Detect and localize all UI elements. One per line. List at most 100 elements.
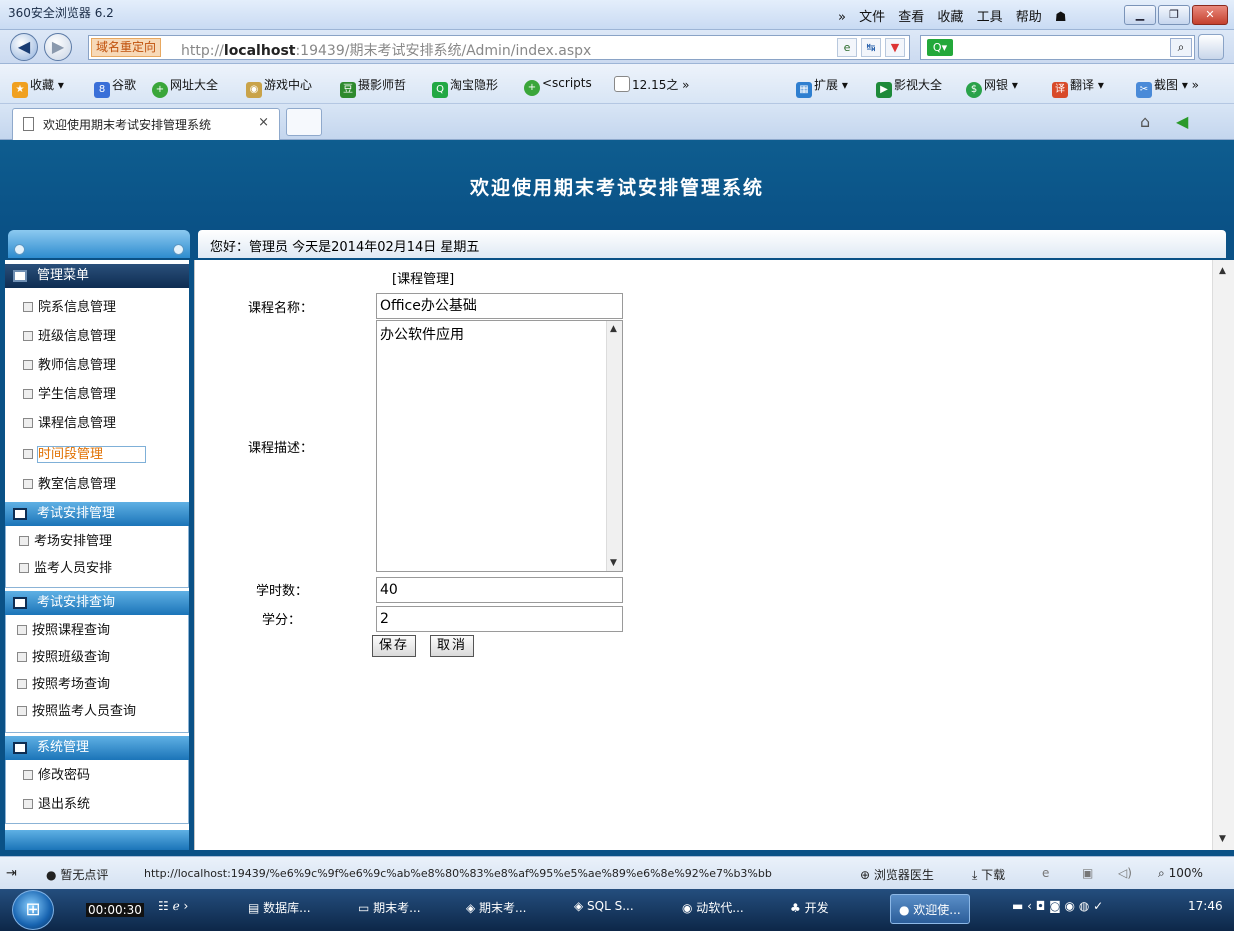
scroll-down-icon[interactable]: ▼ [1219,834,1226,844]
menu-overflow-icon[interactable]: » [838,10,846,25]
gamepad-icon: ◉ [246,82,262,98]
fav-item-google[interactable]: 8 谷歌 [94,76,136,98]
save-button[interactable]: 保存 [372,635,417,657]
fav-item-page[interactable]: 12.15之 » [614,76,690,93]
taskbar-item-browser[interactable]: ● 欢迎使... [890,894,970,924]
sidebar-item-teacher[interactable]: 教师信息管理 [5,351,189,380]
url-path: :19439/期末考试安排系统/Admin/index.aspx [295,43,592,59]
sidebar-item-query-by-invigilator[interactable]: 按照监考人员查询 [5,697,189,726]
fav-item-screenshot[interactable]: ✂ 截图 ▾ » [1136,76,1199,98]
user-avatar-icon[interactable] [1198,34,1224,60]
windows-logo-icon: ⊞ [25,899,41,920]
menu-favorites[interactable]: 收藏 [937,10,963,25]
cancel-button[interactable]: 取消 [430,635,475,657]
ie-mode-icon[interactable]: e [1042,866,1049,880]
sidebar-item-change-password[interactable]: 修改密码 [5,761,189,790]
fav-item-videos[interactable]: ▶ 影视大全 [876,76,942,98]
page-scrollbar[interactable]: ▲ ▼ [1212,260,1234,850]
bank-icon: $ [966,82,982,98]
window-icon[interactable]: ▣ [1082,866,1093,880]
dropdown-chevron-icon[interactable]: ▼ [885,38,905,57]
fav-item-translate[interactable]: 译翻译 ▾ [1052,76,1104,98]
fav-item-douban[interactable]: 豆摄影师哲 [340,76,406,98]
taskbar-item-app[interactable]: ◈ 期末考... [466,899,527,916]
course-description-textarea[interactable]: 办公软件应用 ▲ ▼ [376,320,623,572]
sidebar-item-query-by-class[interactable]: 按照班级查询 [5,643,189,672]
quicklaunch-icons[interactable]: ☷ ℯ › [158,899,188,913]
browser-doctor-button[interactable]: ⊕ 浏览器医生 [860,866,934,883]
comments-status[interactable]: ● 暂无点评 [46,866,108,883]
sidebar-item-classroom[interactable]: 教室信息管理 [5,470,189,499]
undo-close-tab-icon[interactable]: ◀ [1176,112,1188,131]
share-icon[interactable]: ↹ [861,38,881,57]
menu-tools[interactable]: 工具 [977,10,1003,25]
course-name-input[interactable]: Office办公基础 [376,293,623,319]
scroll-down-icon[interactable]: ▼ [610,558,617,568]
zoom-control[interactable]: ⌕ 100% [1158,866,1203,881]
menu-view[interactable]: 查看 [898,10,924,25]
url-text[interactable]: http://localhost:19439/期末考试安排系统/Admin/in… [181,40,591,60]
textarea-scrollbar[interactable]: ▲ ▼ [606,321,622,571]
taskbar-item-sql[interactable]: ◈ SQL S... [574,899,634,913]
grid-icon: ▦ [796,82,812,98]
fav-item-bank[interactable]: $ 网银 ▾ [966,76,1018,98]
sidebar-item-department[interactable]: 院系信息管理 [5,293,189,322]
fav-item-games[interactable]: ◉ 游戏中心 [246,76,312,98]
sidebar-item-timeslot[interactable]: 时间段管理 [5,440,189,469]
address-toolbar: ◀ ▶ 域名重定向 http://localhost:19439/期末考试安排系… [0,30,1234,64]
minimize-button[interactable]: ▁ [1124,5,1156,25]
sidebar-item-query-by-room[interactable]: 按照考场查询 [5,670,189,699]
menu-file[interactable]: 文件 [859,10,885,25]
fav-item-extensions[interactable]: ▦ 扩展 ▾ [796,76,848,98]
taskbar-item-folder[interactable]: ▭ 期末考... [358,899,421,916]
video-icon: ▶ [876,82,892,98]
start-button[interactable]: ⊞ [12,890,54,930]
sidebar-item-class[interactable]: 班级信息管理 [5,322,189,351]
restore-button[interactable]: ❐ [1158,5,1190,25]
search-box[interactable]: Q▾ ⌕ [920,35,1195,60]
download-icon: ⤓ [972,868,978,882]
home-icon[interactable]: ⌂ [1140,112,1150,131]
taskbar-item-dev[interactable]: ♣ 开发 [790,899,829,916]
sidebar-item-student[interactable]: 学生信息管理 [5,380,189,409]
fav-item-taobao[interactable]: Q 淘宝隐形 [432,76,498,98]
download-button[interactable]: ⤓ 下载 [972,866,1005,883]
sound-icon[interactable]: ◁) [1118,866,1132,880]
compat-mode-icon[interactable]: e [837,38,857,57]
sidebar-item-logout[interactable]: 退出系统 [5,790,189,819]
credit-input[interactable]: 2 [376,606,623,632]
forward-button[interactable]: ▶ [44,33,72,61]
domain-redirect-badge[interactable]: 域名重定向 [91,38,162,57]
hours-input[interactable]: 40 [376,577,623,603]
url-bar[interactable]: 域名重定向 http://localhost:19439/期末考试安排系统/Ad… [88,35,910,60]
sidebar-section-system[interactable]: 系统管理 [5,736,189,760]
search-engine-icon[interactable]: Q▾ [927,39,953,56]
taskbar-item-codegen[interactable]: ◉ 动软代... [682,899,744,916]
back-button[interactable]: ◀ [10,33,38,61]
search-icon[interactable]: ⌕ [1170,38,1192,57]
sidebar-toggle-icon[interactable]: ⇥ [6,866,17,881]
sidebar-section-exam-query[interactable]: 考试安排查询 [5,591,189,615]
fav-item-sites[interactable]: + 网址大全 [152,76,218,98]
sidebar-item-query-by-course[interactable]: 按照课程查询 [5,616,189,645]
tab-close-icon[interactable]: × [258,115,269,130]
taskbar-item-database[interactable]: ▤ 数据库... [248,899,311,916]
sidebar-item-invigilator-arrangement[interactable]: 监考人员安排 [5,554,189,583]
sidebar-item-course[interactable]: 课程信息管理 [5,409,189,438]
close-window-button[interactable]: ✕ [1192,5,1228,25]
fav-item-scripts[interactable]: + <scripts [524,76,592,96]
comment-icon: ● [46,868,57,882]
scroll-up-icon[interactable]: ▲ [610,324,617,334]
sidebar-item-room-arrangement[interactable]: 考场安排管理 [5,527,189,556]
tab-welcome[interactable]: 欢迎使用期末考试安排管理系统 × [12,108,280,140]
system-tray-icons[interactable]: ▬ ‹ ◘ ◙ ◉ ◍ ✓ [1012,899,1103,913]
skin-icon[interactable]: ☗ [1055,10,1067,25]
sidebar-section-exam-arrangement[interactable]: 考试安排管理 [5,502,189,526]
new-tab-button[interactable] [286,108,322,136]
course-name-label: 课程名称： [248,301,314,316]
scroll-up-icon[interactable]: ▲ [1219,266,1226,276]
menu-help[interactable]: 帮助 [1016,10,1042,25]
sidebar-section-admin-menu[interactable]: 管理菜单 [5,264,189,288]
page-icon [23,360,33,370]
fav-item-favorites[interactable]: ★ 收藏 ▾ [12,76,64,98]
